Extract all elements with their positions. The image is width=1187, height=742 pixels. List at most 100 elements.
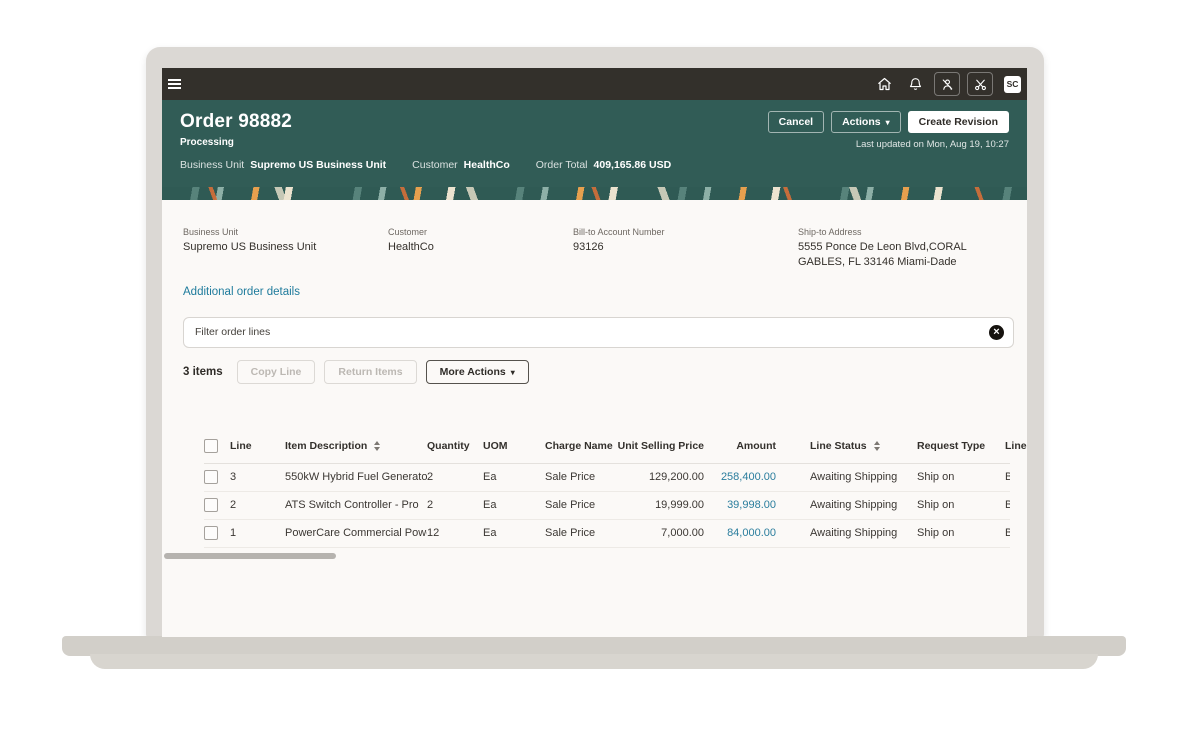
clear-filter-icon[interactable]: × xyxy=(989,325,1004,340)
cell-qty: 2 xyxy=(427,471,483,483)
filter-bar: × xyxy=(183,317,1014,348)
column-header-line: Line xyxy=(230,440,285,452)
laptop-base xyxy=(62,636,1126,656)
cell-uom: Ea xyxy=(483,499,545,511)
table-row: 1PowerCare Commercial Power M12EaSale Pr… xyxy=(204,520,1010,548)
actions-menu-button[interactable]: Actions▾ xyxy=(831,111,901,133)
lines-toolbar: 3 items Copy Line Return Items More Action… xyxy=(183,360,1014,384)
detail-business-unit: Business Unit Supremo US Business Unit xyxy=(183,227,388,270)
user-avatar[interactable]: SC xyxy=(1004,76,1021,93)
column-label: Line Type xyxy=(1005,440,1027,452)
column-label: Charge Name xyxy=(545,440,613,452)
column-label: Unit Selling Price xyxy=(618,440,704,452)
meta-label: Business Unit xyxy=(180,159,244,171)
cell-amount[interactable]: 84,000.00 xyxy=(704,527,776,539)
field-label: Customer xyxy=(388,227,573,237)
create-revision-button[interactable]: Create Revision xyxy=(908,111,1009,133)
items-count: 3 items xyxy=(183,366,223,378)
menu-hamburger-icon[interactable] xyxy=(168,73,190,95)
toolbar-buttons: Copy Line Return Items More Actions▾ xyxy=(237,360,529,384)
top-app-bar: SC xyxy=(162,68,1027,100)
checkbox-box xyxy=(204,470,218,484)
column-label: Request Type xyxy=(917,440,985,452)
row-checkbox[interactable] xyxy=(204,526,230,540)
table-header-row: LineItem DescriptionQuantityUOMCharge Na… xyxy=(204,429,1010,464)
column-header-item[interactable]: Item Description xyxy=(285,440,427,452)
cell-uom: Ea xyxy=(483,527,545,539)
scrollbar-thumb[interactable] xyxy=(164,553,336,559)
bell-icon[interactable] xyxy=(903,73,927,95)
chevron-down-icon: ▾ xyxy=(511,368,515,377)
cell-line: 3 xyxy=(230,471,285,483)
toolbar-button-copy-line[interactable]: Copy Line xyxy=(237,360,316,384)
column-label: Amount xyxy=(736,440,776,452)
column-header-linetype: Line Type xyxy=(1005,440,1027,452)
select-all-checkbox[interactable] xyxy=(204,439,230,453)
row-checkbox[interactable] xyxy=(204,498,230,512)
detail-ship-to-address: Ship-to Address 5555 Ponce De Leon Blvd,… xyxy=(798,227,1014,270)
row-checkbox[interactable] xyxy=(204,470,230,484)
cancel-button[interactable]: Cancel xyxy=(768,111,824,133)
cell-charge: Sale Price xyxy=(545,499,615,511)
banner-actions: Cancel Actions▾ Create Revision Last upd… xyxy=(768,111,1009,150)
cell-item: PowerCare Commercial Power M xyxy=(285,527,427,539)
order-content: Business Unit Supremo US Business Unit C… xyxy=(162,227,1027,548)
app-screen: SC Order 98882 Processing Cancel Actions… xyxy=(162,68,1027,637)
field-label: Ship-to Address xyxy=(798,227,1014,237)
sort-icon[interactable] xyxy=(874,441,880,451)
table-row: 2ATS Switch Controller - Pro2EaSale Pric… xyxy=(204,492,1010,520)
cell-usp: 129,200.00 xyxy=(615,471,704,483)
column-header-amount: Amount xyxy=(704,440,776,452)
meta-value: HealthCo xyxy=(464,159,510,171)
cell-charge: Sale Price xyxy=(545,527,615,539)
person-slash-icon[interactable] xyxy=(934,72,960,96)
last-updated-text: Last updated on Mon, Aug 19, 10:27 xyxy=(768,139,1009,150)
column-label: Line xyxy=(230,440,252,452)
field-label: Bill-to Account Number xyxy=(573,227,798,237)
cell-item: 550kW Hybrid Fuel Generator xyxy=(285,471,427,483)
toolbar-button-return-items[interactable]: Return Items xyxy=(324,360,416,384)
cell-charge: Sale Price xyxy=(545,471,615,483)
additional-order-details-link[interactable]: Additional order details xyxy=(183,286,300,298)
page-canvas: SC Order 98882 Processing Cancel Actions… xyxy=(0,0,1187,742)
field-value: HealthCo xyxy=(388,240,573,255)
column-header-usp: Unit Selling Price xyxy=(615,440,704,452)
column-header-status[interactable]: Line Status xyxy=(776,440,917,452)
cell-status: Awaiting Shipping xyxy=(776,471,917,483)
home-icon[interactable] xyxy=(872,73,896,95)
cell-request: Ship on xyxy=(917,471,1005,483)
order-banner: Order 98882 Processing Cancel Actions▾ C… xyxy=(162,100,1027,200)
scissors-icon[interactable] xyxy=(967,72,993,96)
column-label: Item Description xyxy=(285,440,367,452)
cell-line: 1 xyxy=(230,527,285,539)
toolbar-button-more-actions[interactable]: More Actions▾ xyxy=(426,360,529,384)
column-label: Line Status xyxy=(810,440,867,452)
banner-meta: Business UnitSupremo US Business Unit Cu… xyxy=(180,159,1009,171)
field-value: Supremo US Business Unit xyxy=(183,240,388,255)
cell-request: Ship on xyxy=(917,527,1005,539)
cell-request: Ship on xyxy=(917,499,1005,511)
cell-item: ATS Switch Controller - Pro xyxy=(285,499,427,511)
cell-linetype: Buy xyxy=(1005,499,1010,511)
sort-icon[interactable] xyxy=(374,441,380,451)
filter-order-lines-input[interactable] xyxy=(193,325,989,339)
cell-qty: 2 xyxy=(427,499,483,511)
meta-order-total: Order Total409,165.86 USD xyxy=(536,159,671,171)
cell-status: Awaiting Shipping xyxy=(776,527,917,539)
cell-amount[interactable]: 39,998.00 xyxy=(704,499,776,511)
order-title-block: Order 98882 Processing xyxy=(180,111,292,148)
laptop-base-lip xyxy=(90,654,1098,669)
column-header-qty: Quantity xyxy=(427,440,483,452)
order-details-grid: Business Unit Supremo US Business Unit C… xyxy=(183,227,1014,270)
cell-line: 2 xyxy=(230,499,285,511)
table-body: 3550kW Hybrid Fuel Generator2EaSale Pric… xyxy=(204,464,1010,548)
column-header-request: Request Type xyxy=(917,440,1005,452)
cell-amount[interactable]: 258,400.00 xyxy=(704,471,776,483)
column-label: Quantity xyxy=(427,440,470,452)
meta-business-unit: Business UnitSupremo US Business Unit xyxy=(180,159,386,171)
meta-customer: CustomerHealthCo xyxy=(412,159,510,171)
cell-uom: Ea xyxy=(483,471,545,483)
field-value: 5555 Ponce De Leon Blvd,CORAL GABLES, FL… xyxy=(798,240,1014,270)
cell-usp: 7,000.00 xyxy=(615,527,704,539)
checkbox-box xyxy=(204,498,218,512)
